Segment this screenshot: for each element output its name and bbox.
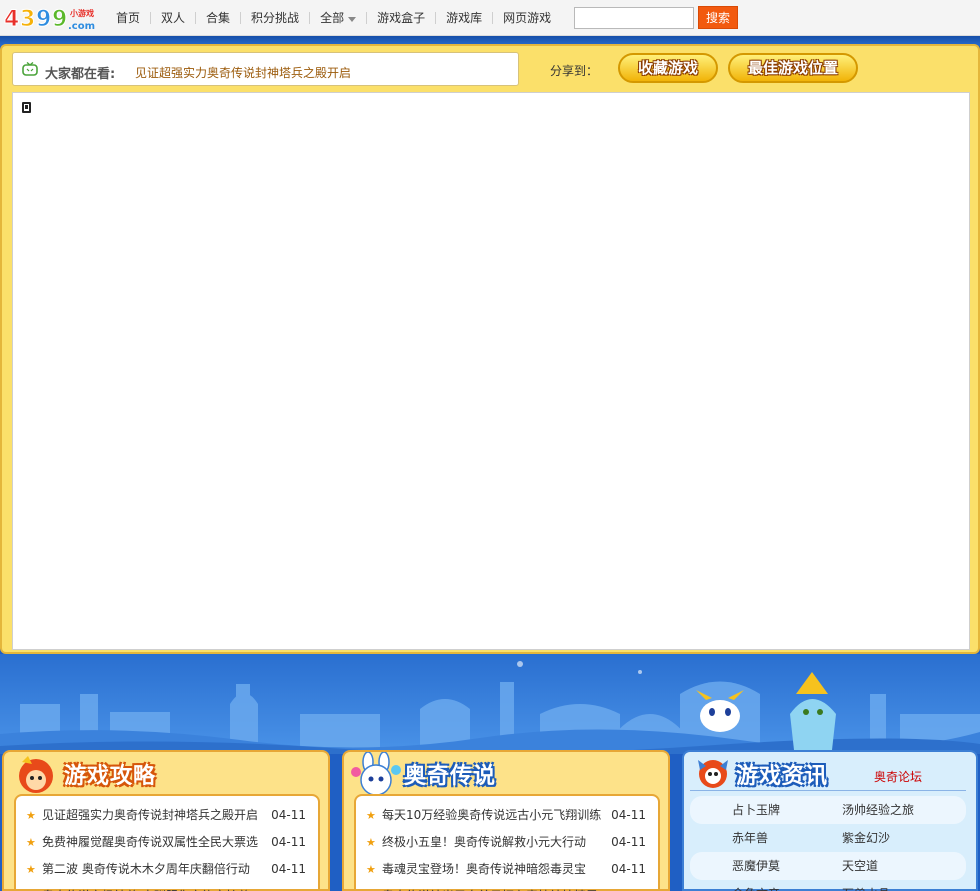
legend-list: ★ 每天10万经验奥奇传说远古小元飞翔训练 04-11 ★ 终极小五皇！奥奇传说解救小… (356, 796, 658, 891)
guides-list-container: ★ 见证超强实力奥奇传说封神塔兵之殿开启 04-11 ★ 免费神履觉醒奥奇传说双属性全… (14, 794, 320, 891)
list-item[interactable]: ★ 终极小五皇！奥奇传说解救小元大行动 04-11 (366, 829, 650, 856)
news-title: 奥奇传说神光元皇首日拥有竞技神技精灵 (382, 883, 610, 891)
nav-points-challenge[interactable]: 积分挑战 (241, 12, 311, 24)
trending-label: 大家都在看: (45, 67, 116, 82)
nav-collections[interactable]: 合集 (196, 12, 242, 24)
info-link[interactable]: 占卜玉牌 (732, 796, 780, 824)
best-position-button[interactable]: 最佳游戏位置 (728, 53, 858, 83)
dragon-mascot-icon (698, 760, 728, 788)
chevron-down-icon (348, 16, 357, 22)
star-icon: ★ (26, 836, 36, 849)
search-input[interactable] (574, 7, 694, 29)
top-bar: 4 3 9 9 小游戏 .com 首页 双人 合集 积分挑战 全部 游戏盒子 游… (0, 0, 980, 36)
guides-list: ★ 见证超强实力奥奇传说封神塔兵之殿开启 04-11 ★ 免费神履觉醒奥奇传说双属性全… (16, 796, 318, 891)
guides-title: 游戏攻略 (64, 764, 157, 789)
news-date: 04-11 (611, 883, 646, 891)
news-title: 毒魂灵宝登场！奥奇传说神暗怨毒灵宝 (382, 862, 587, 876)
castle-skyline-banner (0, 654, 980, 754)
main-nav: 首页 双人 合集 积分挑战 全部 游戏盒子 游戏库 网页游戏 (106, 0, 561, 36)
info-link[interactable]: 天空道 (842, 852, 878, 880)
svg-text:3: 3 (20, 7, 35, 32)
nav-game-box[interactable]: 游戏盒子 (367, 12, 437, 24)
info-row: 占卜玉牌 汤帅经验之旅 (690, 796, 966, 824)
news-date: 04-11 (611, 808, 646, 822)
news-title: 免费神履觉醒奥奇传说双属性全民大票选 (42, 835, 259, 849)
game-panel: 大家都在看: 见证超强实力奥奇传说封神塔兵之殿开启 分享到： 收藏游戏 最佳游戏… (0, 44, 980, 654)
news-date: 04-11 (611, 835, 646, 849)
star-icon: ★ (26, 863, 36, 876)
list-item[interactable]: ★ 第二波 奥奇传说木木夕周年庆翻倍行动 04-11 (26, 856, 310, 883)
share-label: 分享到： (550, 64, 599, 78)
info-row: 金角文音 石兽水晶 (690, 880, 966, 891)
news-title: 每天10万经验奥奇传说远古小元飞翔训练 (382, 808, 602, 822)
star-icon: ★ (366, 883, 376, 891)
info-row: 赤年兽 紫金幻沙 (690, 824, 966, 852)
star-icon: ★ (366, 863, 376, 876)
nav-web-games[interactable]: 网页游戏 (493, 12, 561, 24)
svg-text:.com: .com (68, 21, 95, 32)
nav-two-player[interactable]: 双人 (151, 12, 197, 24)
tv-icon (22, 62, 38, 76)
forum-link[interactable]: 奥奇论坛 (874, 768, 922, 785)
svg-text:9: 9 (52, 7, 67, 32)
star-icon: ★ (366, 809, 376, 822)
list-item[interactable]: ★ 奥奇传说神光元皇首日拥有竞技神技精灵04-11 (366, 883, 650, 891)
svg-text:4: 4 (4, 7, 19, 32)
game-frame[interactable] (12, 92, 970, 650)
legend-list-container: ★ 每天10万经验奥奇传说远古小元飞翔训练 04-11 ★ 终极小五皇！奥奇传说解救小… (354, 794, 660, 891)
monkey-mascot-icon (19, 756, 53, 793)
rabbit-mascot-icon (351, 752, 401, 796)
star-icon: ★ (26, 883, 36, 891)
info-title: 游戏资讯 (736, 764, 829, 789)
svg-text:小游戏: 小游戏 (69, 8, 94, 18)
aoqi-legend-panel: 奥奇传说 ★ 每天10万经验奥奇传说远古小元飞翔训练 04-11 ★ 终极小五皇！奥奇… (342, 750, 670, 891)
news-date: 04-11 (271, 808, 306, 822)
legend-title: 奥奇传说 (404, 764, 497, 789)
nav-game-library[interactable]: 游戏库 (436, 12, 494, 24)
nav-all-label: 全部 (320, 11, 345, 25)
star-icon: ★ (26, 809, 36, 822)
svg-text:9: 9 (36, 7, 51, 32)
info-link[interactable]: 紫金幻沙 (842, 824, 890, 852)
news-title: 见证超强实力奥奇传说封神塔兵之殿开启 (42, 808, 259, 822)
info-link[interactable]: 赤年兽 (732, 824, 768, 852)
game-guides-panel: 游戏攻略 ★ 见证超强实力奥奇传说封神塔兵之殿开启 04-11 ★ 免费神履觉醒奥奇传… (2, 750, 330, 891)
trending-notice: 大家都在看: 见证超强实力奥奇传说封神塔兵之殿开启 (12, 52, 519, 86)
info-link[interactable]: 恶魔伊莫 (732, 852, 780, 880)
info-link[interactable]: 金角文音 (732, 880, 780, 891)
info-link[interactable]: 汤帅经验之旅 (842, 796, 914, 824)
site-logo[interactable]: 4 3 9 9 小游戏 .com (2, 2, 98, 34)
list-item[interactable]: ★ 奥奇传说究极神兽 来驯服你家族守护兽04-11 (26, 883, 310, 891)
favorite-game-button[interactable]: 收藏游戏 (618, 53, 718, 83)
plugin-placeholder-icon (22, 102, 31, 113)
news-date: 04-11 (271, 883, 306, 891)
search-button[interactable]: 搜索 (698, 6, 738, 29)
news-date: 04-11 (271, 862, 306, 876)
info-grid: 占卜玉牌 汤帅经验之旅 赤年兽 紫金幻沙 恶魔伊莫 天空道 金角文音 石兽水晶 (690, 796, 966, 891)
nav-all-dropdown[interactable]: 全部 (310, 11, 368, 25)
list-item[interactable]: ★ 毒魂灵宝登场！奥奇传说神暗怨毒灵宝 04-11 (366, 856, 650, 883)
news-date: 04-11 (611, 862, 646, 876)
info-link[interactable]: 石兽水晶 (842, 880, 890, 891)
star-icon: ★ (366, 836, 376, 849)
news-title: 第二波 奥奇传说木木夕周年庆翻倍行动 (42, 862, 250, 876)
divider (690, 790, 966, 791)
game-info-panel: 游戏资讯 奥奇论坛 占卜玉牌 汤帅经验之旅 赤年兽 紫金幻沙 恶魔伊莫 天空道 … (682, 750, 978, 891)
info-row: 恶魔伊莫 天空道 (690, 852, 966, 880)
trending-link[interactable]: 见证超强实力奥奇传说封神塔兵之殿开启 (135, 64, 351, 81)
nav-home[interactable]: 首页 (106, 12, 152, 24)
news-date: 04-11 (271, 835, 306, 849)
list-item[interactable]: ★ 每天10万经验奥奇传说远古小元飞翔训练 04-11 (366, 802, 650, 829)
news-title: 终极小五皇！奥奇传说解救小元大行动 (382, 835, 587, 849)
list-item[interactable]: ★ 免费神履觉醒奥奇传说双属性全民大票选 04-11 (26, 829, 310, 856)
list-item[interactable]: ★ 见证超强实力奥奇传说封神塔兵之殿开启 04-11 (26, 802, 310, 829)
news-title: 奥奇传说究极神兽 来驯服你家族守护兽 (42, 883, 270, 891)
